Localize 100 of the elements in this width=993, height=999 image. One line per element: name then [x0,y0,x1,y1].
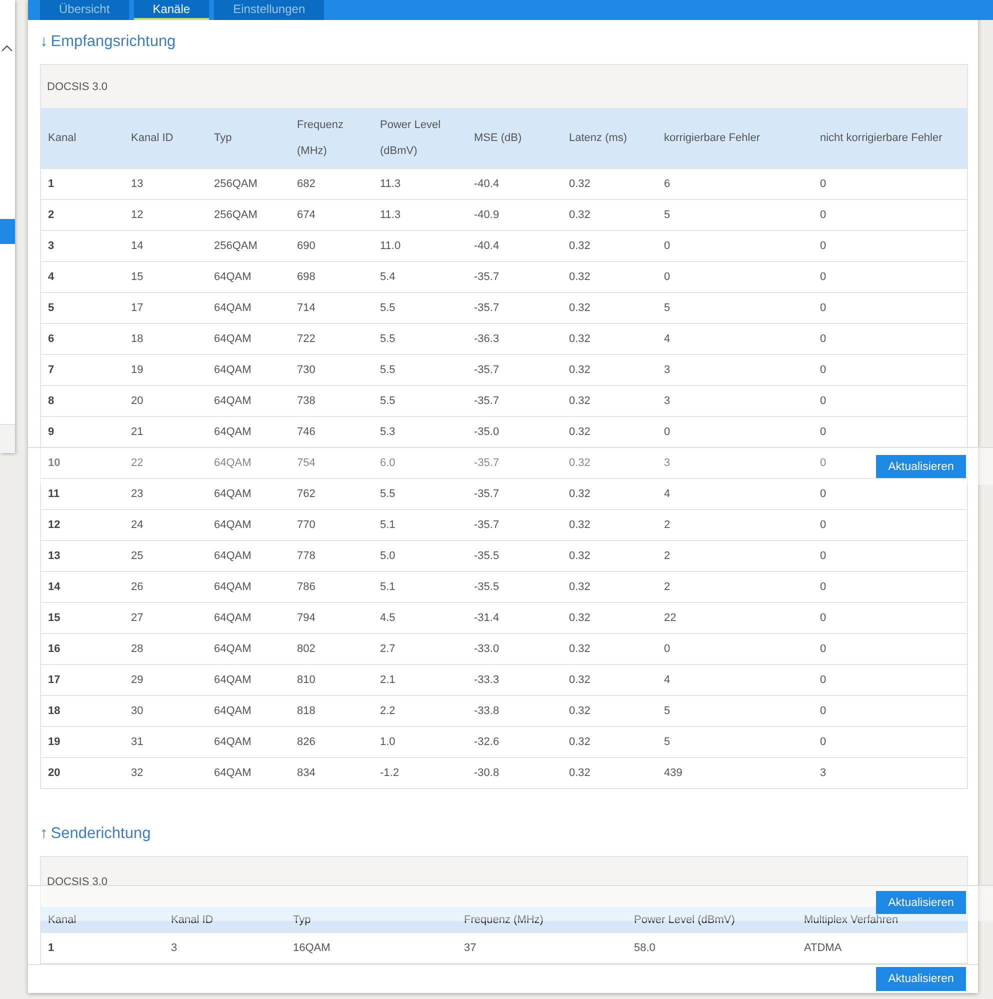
table-cell-text: 0 [664,642,670,657]
table-cell-text: 32 [131,766,144,781]
table-cell-text: 439 [664,766,682,781]
table-cell-text: -1.2 [380,766,399,781]
table-cell-text: 19 [48,735,60,750]
table-cell-text: 2.1 [380,673,396,688]
section-title: Empfangsrichtung [50,33,176,51]
table-cell-text: 18 [131,332,144,347]
table-cell-text: 0.32 [569,425,590,440]
table-cell-text: 0 [664,425,670,440]
table-cell-text: -35.7 [474,394,500,409]
table-cell-text: 64QAM [214,549,252,564]
table-cell-text: 5 [48,301,54,316]
table-cell-text: 13 [48,549,60,564]
table-cell-text: 5 [664,301,670,316]
chevron-up-icon[interactable] [1,44,13,52]
table-cell-text: 0.32 [569,332,590,347]
table-cell-text: 64QAM [214,766,252,781]
column-header: Power Level (dBmV) [634,913,735,928]
table-cell-text: 0 [820,363,826,378]
table-cell-text: -35.7 [474,270,500,285]
table-cell-text: 3 [171,941,178,956]
table-cell-text: 0.32 [569,208,590,223]
table-cell-text: 0 [820,611,826,626]
table-cell-text: 5.5 [380,394,396,409]
column-header: Latenz (ms) [569,131,628,146]
table-cell-text: 5.4 [380,270,396,285]
table-cell-text: 762 [297,487,316,502]
table-cell-text: 786 [297,580,316,595]
table-cell-text: 0 [820,425,826,440]
table-cell-text: 12 [131,208,144,223]
table-cell-text: 22 [131,456,144,471]
table-cell-text: ATDMA [804,941,842,956]
table-cell-text: 64QAM [214,363,252,378]
table-cell-text: 0 [820,301,826,316]
table-cell-text: 0.32 [569,301,590,316]
table-cell-text: -35.5 [474,580,500,595]
column-header: nicht korrigierbare Fehler [820,131,942,146]
table-cell-text: 64QAM [214,332,252,347]
table-cell-text: -35.7 [474,518,500,533]
table-cell-text: 0 [820,208,826,223]
arrow-down-icon: ↓ [40,33,48,51]
table-cell-text: -40.4 [474,177,500,192]
table-cell-text: 5.1 [380,580,396,595]
table-cell-text: 0 [820,642,826,657]
table-cell-text: 5 [664,735,670,750]
table-cell-text: 738 [297,394,316,409]
table-cell-text: -35.0 [474,425,500,440]
table-cell-text: 3 [48,239,54,254]
table-cell-text: 3 [820,766,826,781]
table-cell-text: 0.32 [569,177,590,192]
table-cell-text: -35.7 [474,487,500,502]
tab[interactable]: Übersicht [40,0,129,20]
table-cell-text: 64QAM [214,270,252,285]
table-cell-text: 834 [297,766,316,781]
column-header: Kanal [48,913,76,928]
table-cell-text: 4 [664,487,670,502]
table-cell-text: 0 [820,549,826,564]
tab[interactable]: Kanäle [134,0,210,20]
table-cell-text: 0 [820,456,826,471]
table-cell-text: 5.5 [380,363,396,378]
table-cell-text: 3 [664,394,670,409]
refresh-button[interactable]: Aktualisieren [876,455,966,478]
table-cell-text: 21 [131,425,144,440]
column-header: Typ [293,913,311,928]
table-cell-text: -40.4 [474,239,500,254]
table-cell-text: -33.3 [474,673,500,688]
table-cell-text: 690 [297,239,316,254]
tab[interactable]: Einstellungen [214,0,324,20]
refresh-button[interactable]: Aktualisieren [876,967,966,992]
table-cell-text: 5.3 [380,425,396,440]
column-header: Frequenz (MHz) [297,118,344,159]
table-cell-text: 28 [131,642,144,657]
table-cell-text: 770 [297,518,316,533]
table-cell-text: 746 [297,425,316,440]
table-cell-text: 20 [48,766,60,781]
column-header: korrigierbare Fehler [664,131,760,146]
table-cell-text: 1 [48,941,54,956]
table-caption: DOCSIS 3.0 [47,80,108,92]
table-cell-text: 0.32 [569,549,590,564]
table-cell-text: 14 [131,239,144,254]
table-cell-text: 0 [820,735,826,750]
table-cell-text: 698 [297,270,316,285]
table-cell-text: 0.32 [569,394,590,409]
table-cell-text: 0.32 [569,270,590,285]
table-cell-text: 0.32 [569,239,590,254]
table-cell-text: 0 [820,580,826,595]
table-cell-text: 0 [664,239,670,254]
table-cell-text: -40.9 [474,208,500,223]
table-cell-text: 37 [464,941,476,956]
table-cell-text: 0 [820,673,826,688]
table-cell-text: 64QAM [214,456,252,471]
table-cell-text: -35.7 [474,363,500,378]
table-cell-text: 0 [664,270,670,285]
table-cell-text: 23 [131,487,144,502]
table-cell-text: 3 [664,456,670,471]
refresh-button[interactable]: Aktualisieren [876,891,966,914]
table-cell-text: 802 [297,642,316,657]
table-cell-text: 14 [48,580,60,595]
table-cell-text: 256QAM [214,239,258,254]
